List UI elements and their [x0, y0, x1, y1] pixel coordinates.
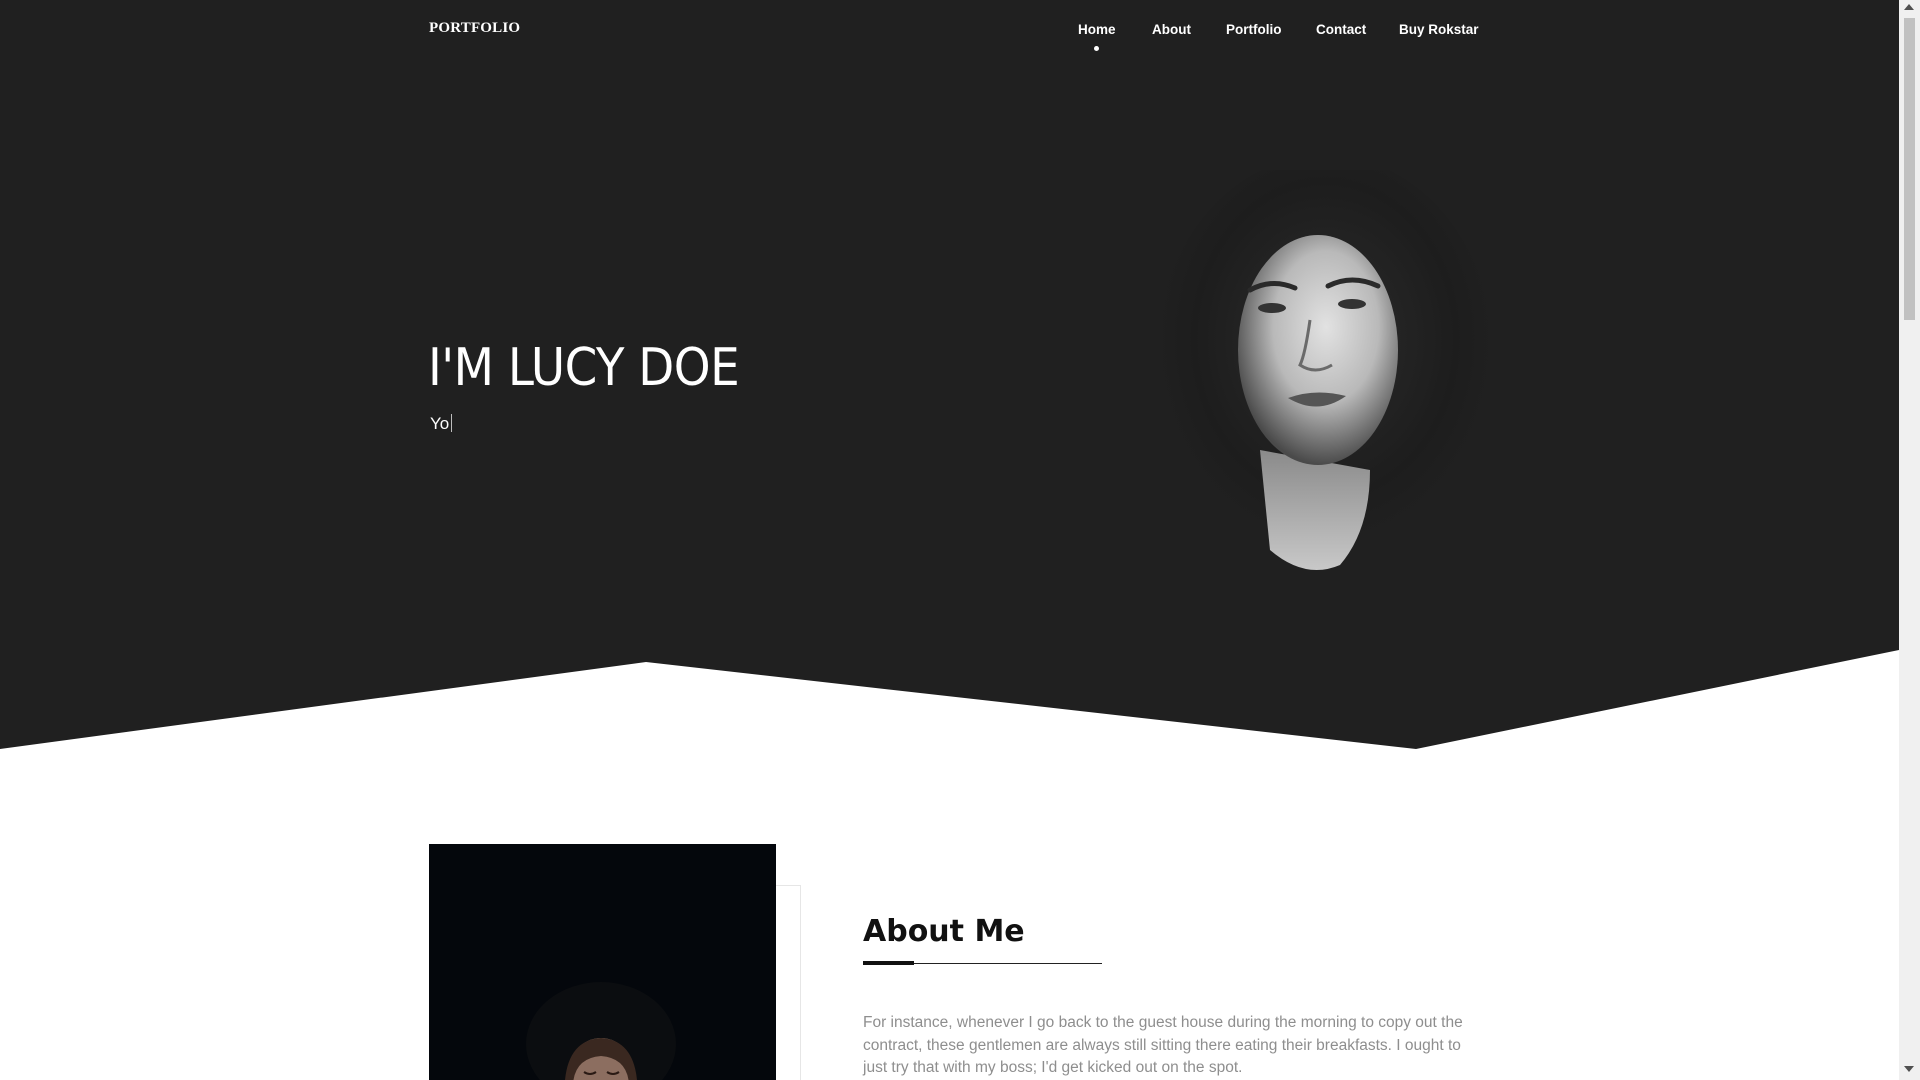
- hero-typed-subtitle: Yo: [430, 414, 453, 434]
- nav-item-buy-rokstar[interactable]: Buy Rokstar: [1399, 22, 1479, 37]
- nav-item-label: Contact: [1316, 22, 1367, 37]
- brand-logo[interactable]: PORTFOLIO: [429, 20, 520, 37]
- hero-portrait-photo: [1155, 170, 1495, 570]
- nav-item-contact[interactable]: Contact: [1316, 22, 1366, 37]
- nav-item-label: Portfolio: [1226, 22, 1282, 37]
- hero-section: PORTFOLIO Home About Portfolio Contact B…: [0, 0, 1899, 750]
- about-heading-accent-bar: [863, 961, 914, 965]
- page-scrollbar[interactable]: [1899, 0, 1920, 1080]
- nav-item-label: About: [1152, 22, 1191, 37]
- nav-item-home[interactable]: Home: [1078, 22, 1116, 51]
- nav-item-label: Home: [1078, 22, 1116, 37]
- nav-item-portfolio[interactable]: Portfolio: [1226, 22, 1282, 37]
- right-eye: [1338, 299, 1366, 309]
- about-photo: [429, 844, 776, 1080]
- left-eye: [1258, 303, 1286, 313]
- hero-title: I'M LUCY DOE: [428, 338, 740, 398]
- scrollbar-thumb[interactable]: [1904, 18, 1915, 320]
- scroll-up-arrow-icon[interactable]: [1904, 4, 1914, 10]
- typing-cursor: [451, 414, 453, 432]
- typed-text: Yo: [430, 414, 450, 433]
- page: PORTFOLIO Home About Portfolio Contact B…: [0, 0, 1899, 1080]
- about-heading: About Me: [863, 914, 1025, 949]
- nav-item-label: Buy Rokstar: [1399, 22, 1479, 37]
- scroll-down-arrow-icon[interactable]: [1904, 1066, 1914, 1072]
- nav-item-about[interactable]: About: [1152, 22, 1191, 37]
- face-shape: [1238, 235, 1398, 465]
- about-paragraph: For instance, whenever I go back to the …: [863, 1014, 1463, 1076]
- hero-background: [0, 0, 1899, 749]
- hero-angled-shape: [0, 0, 1899, 749]
